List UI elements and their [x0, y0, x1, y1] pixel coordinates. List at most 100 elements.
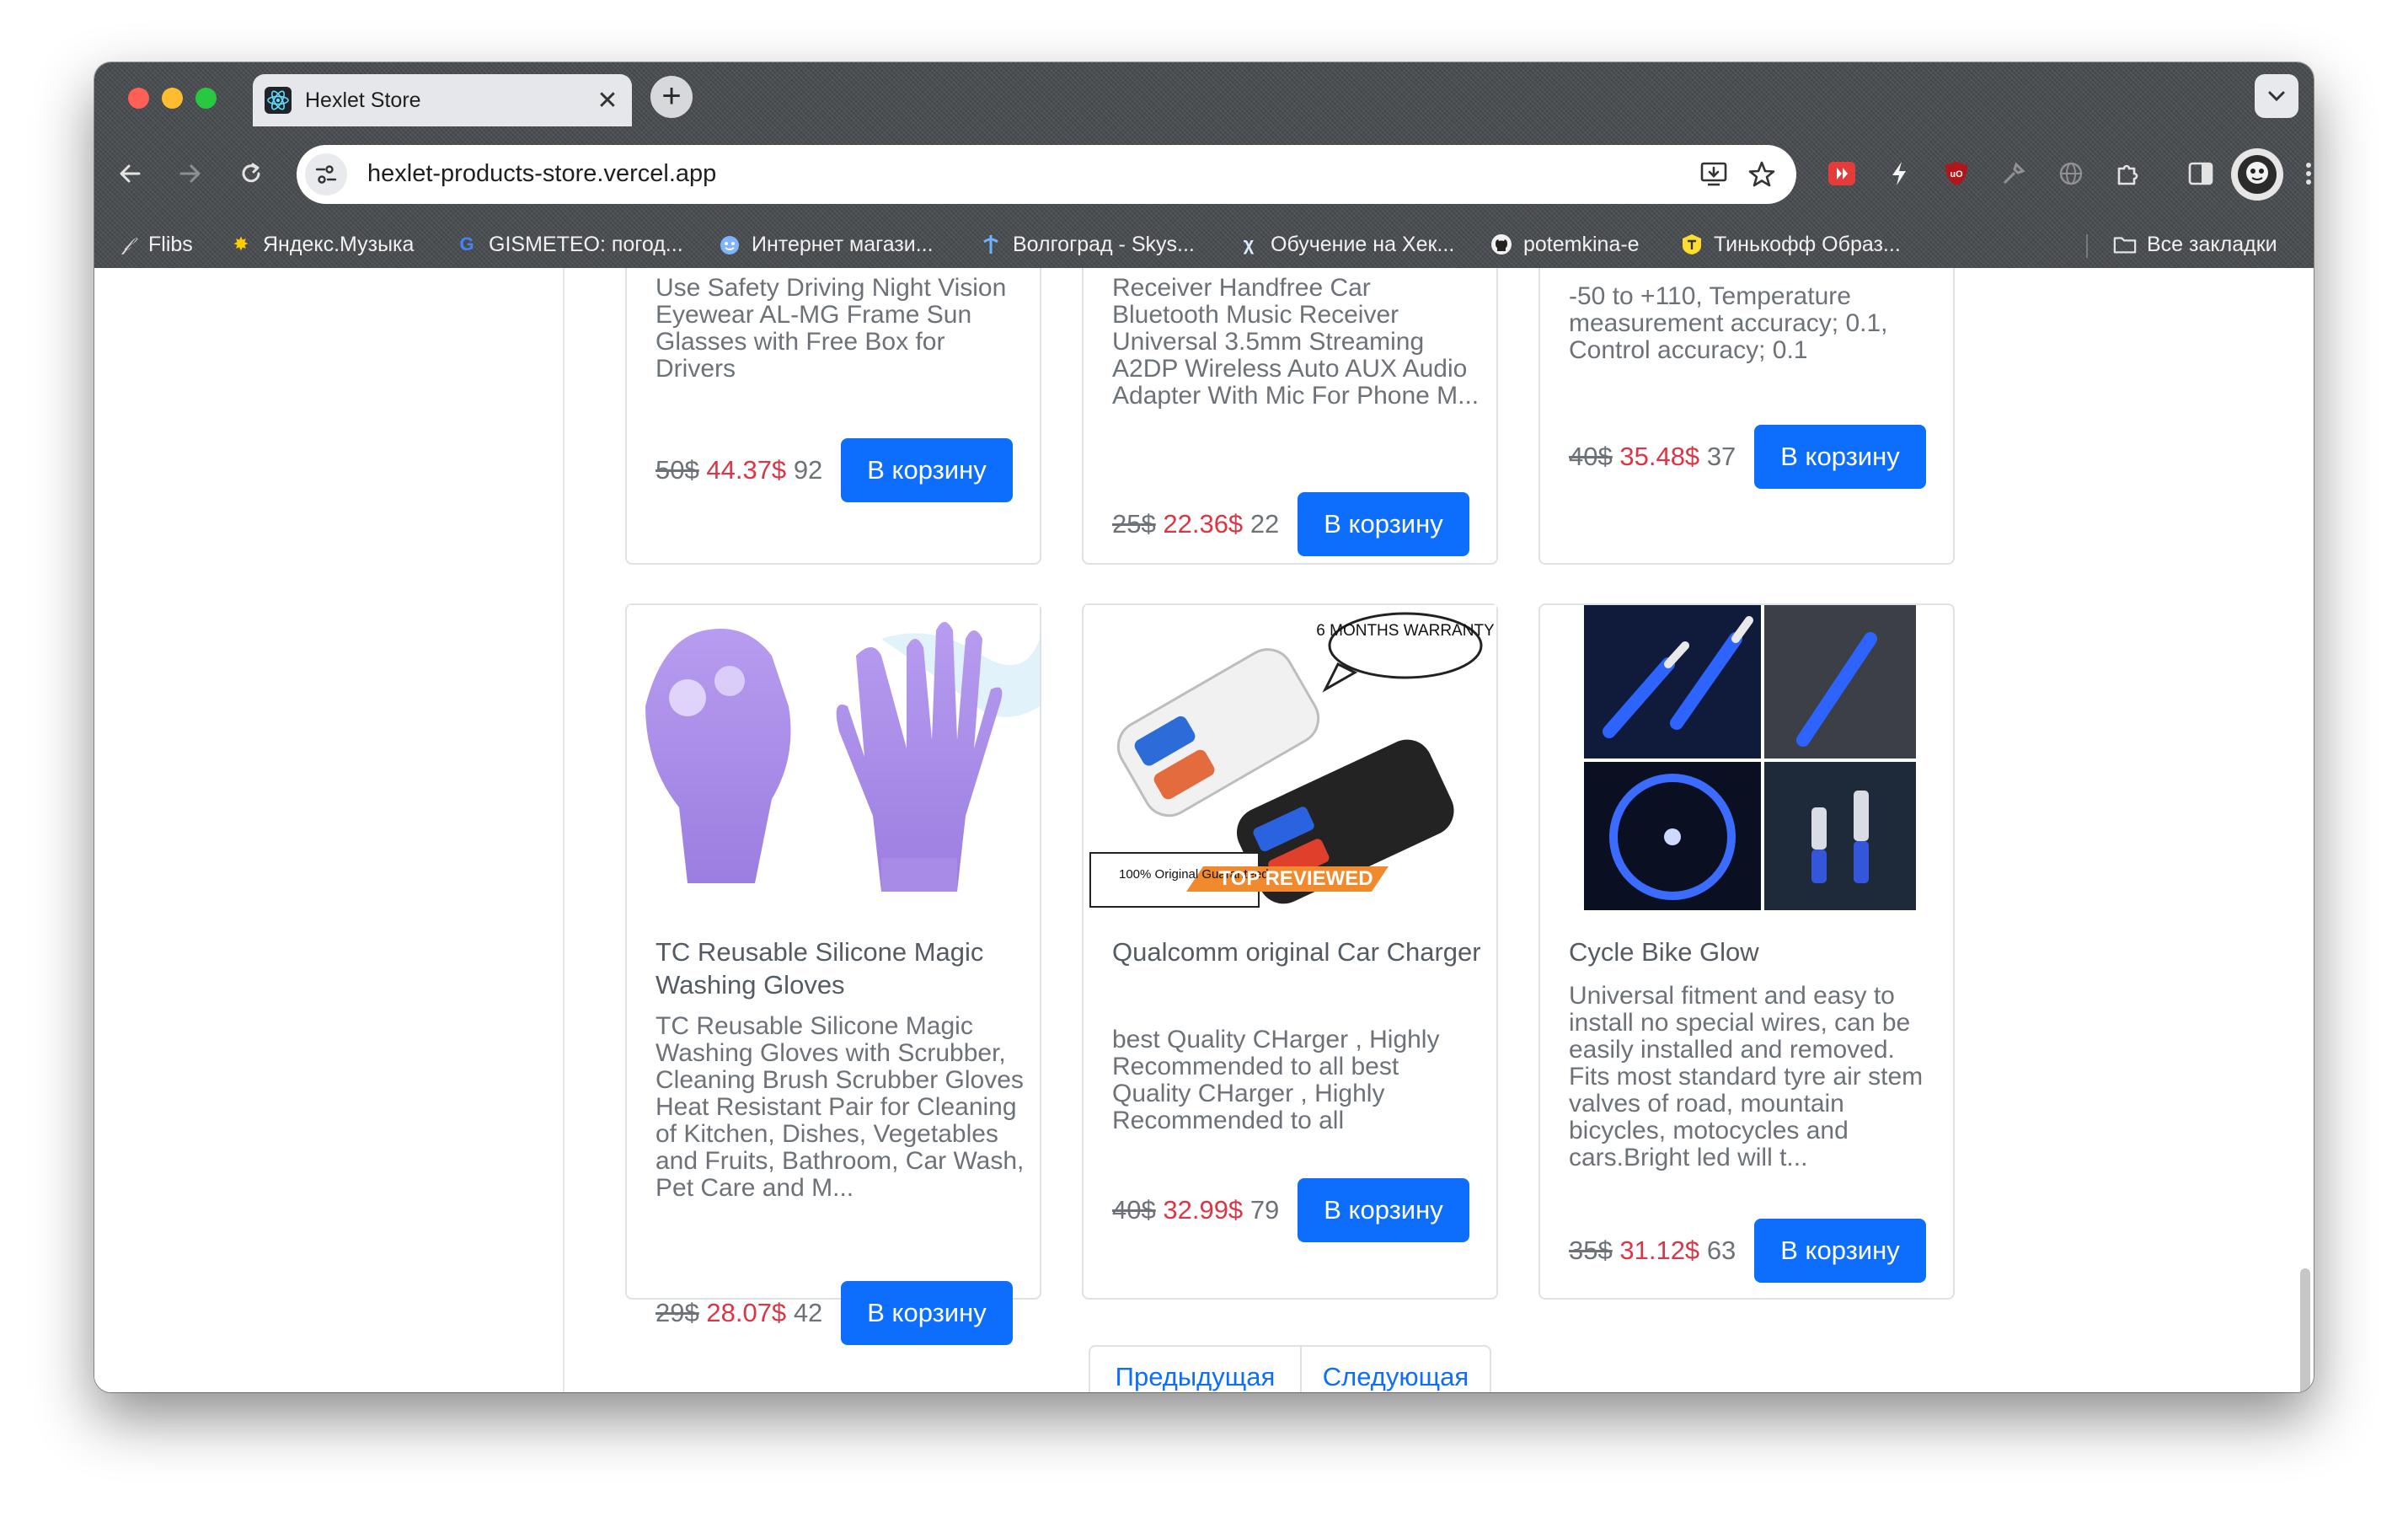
reload-icon [242, 163, 260, 183]
bookmark-item[interactable]: ✸ Яндекс.Музыка [229, 228, 415, 261]
product-card: 6 MONTHS WARRANTY 100% Original Guarante… [1082, 603, 1498, 1300]
add-to-cart-button[interactable]: В корзину [1298, 492, 1469, 556]
ext-tool-icon[interactable] [1997, 157, 2031, 190]
google-icon: G [459, 233, 474, 255]
product-price: 50$ 44.37$ 92 [656, 455, 822, 485]
close-window-button[interactable] [128, 88, 149, 109]
pagination: Предыдущая Следующая [1089, 1345, 1491, 1392]
product-price: 40$ 32.99$ 79 [1112, 1195, 1279, 1225]
old-price: 29$ [656, 1298, 699, 1327]
extensions-puzzle-icon[interactable] [2111, 157, 2145, 190]
ext-globe-icon[interactable] [2054, 157, 2088, 190]
product-description: Receiver Handfree Car Bluetooth Music Re… [1112, 274, 1480, 410]
yandex-music-icon: ✸ [233, 233, 249, 255]
add-to-cart-button[interactable]: В корзину [1754, 425, 1926, 489]
minimize-window-button[interactable] [162, 88, 183, 109]
product-card: Use Safety Driving Night Vision Eyewear … [625, 268, 1041, 565]
pagination-next-button[interactable]: Следующая [1302, 1347, 1490, 1392]
tab-search-button[interactable] [2255, 74, 2298, 118]
product-image-charger: 6 MONTHS WARRANTY 100% Original Guarante… [1085, 605, 1496, 910]
install-app-icon[interactable] [1699, 158, 1731, 190]
reload-button[interactable] [233, 155, 270, 192]
site-info-button[interactable] [305, 153, 347, 196]
product-price: 40$ 35.48$ 37 [1569, 442, 1736, 472]
product-title: TC Reusable Silicone Magic Washing Glove… [656, 937, 984, 1000]
old-price: 50$ [656, 455, 699, 485]
side-panel-icon[interactable] [2184, 157, 2218, 190]
add-to-cart-button[interactable]: В корзину [1754, 1219, 1926, 1283]
product-description: Use Safety Driving Night Vision Eyewear … [656, 274, 1007, 383]
bookmark-item[interactable]: χ Обучение на Хек... [1237, 228, 1455, 261]
ext-bolt-icon[interactable] [1882, 157, 1916, 190]
bookmark-item[interactable]: potemkina-e [1490, 228, 1640, 261]
product-card: TC Reusable Silicone Magic Washing Glove… [625, 603, 1041, 1345]
sale-price: 32.99$ [1163, 1195, 1244, 1225]
product-card: Receiver Handfree Car Bluetooth Music Re… [1082, 268, 1498, 565]
bookmark-star-icon[interactable] [1746, 158, 1778, 190]
product-description: TC Reusable Silicone Magic Washing Glove… [656, 1012, 1025, 1202]
chevron-down-icon [2268, 91, 2285, 102]
product-title: Cycle Bike Glow [1569, 937, 1759, 967]
stock-count: 79 [1249, 1195, 1280, 1225]
warranty-text: 6 MONTHS WARRANTY [1316, 622, 1495, 640]
old-price: 35$ [1569, 1236, 1613, 1265]
address-bar[interactable]: hexlet-products-store.vercel.app [297, 145, 1796, 204]
browser-menu-icon[interactable] [2292, 157, 2314, 190]
bookmark-item[interactable]: Волгоград - Skys... [979, 228, 1195, 261]
old-price: 40$ [1569, 442, 1613, 471]
stock-count: 92 [793, 455, 823, 485]
maximize-window-button[interactable] [195, 88, 217, 109]
bookmark-item[interactable]: 𝒻 Flibs [115, 228, 193, 261]
all-bookmarks-button[interactable]: Все закладки [2113, 228, 2277, 261]
react-icon [265, 87, 292, 114]
new-tab-button[interactable]: + [650, 76, 693, 118]
active-tab[interactable]: Hexlet Store ✕ [253, 74, 632, 126]
product-price: 35$ 31.12$ 63 [1569, 1236, 1736, 1266]
add-to-cart-button[interactable]: В корзину [841, 1281, 1013, 1345]
stock-count: 63 [1706, 1236, 1736, 1265]
forward-button[interactable] [172, 155, 209, 192]
product-price: 29$ 28.07$ 42 [656, 1298, 822, 1328]
stock-count: 22 [1249, 509, 1280, 539]
browser-chrome: Hexlet Store ✕ + hexlet-products-store.v… [94, 62, 2314, 268]
add-to-cart-button[interactable]: В корзину [1298, 1178, 1469, 1242]
profile-avatar[interactable] [2231, 148, 2283, 201]
bookmarks-bar: 𝒻 Flibs ✸ Яндекс.Музыка G GISMETEO: пого… [94, 222, 2314, 266]
ext-video-icon[interactable] [1825, 157, 1859, 190]
old-price: 40$ [1112, 1195, 1156, 1225]
browser-window: Hexlet Store ✕ + hexlet-products-store.v… [94, 62, 2314, 1392]
bookmark-item[interactable]: Тинькофф Образ... [1680, 228, 1901, 261]
bookmark-item[interactable]: Интернет магази... [718, 228, 934, 261]
shop-icon [718, 233, 741, 256]
skyscanner-icon [979, 233, 1003, 256]
stock-count: 37 [1706, 442, 1736, 471]
url-text: hexlet-products-store.vercel.app [367, 160, 717, 187]
page-content: Use Safety Driving Night Vision Eyewear … [94, 268, 2314, 1392]
svg-text:uO: uO [1950, 169, 1963, 180]
ublock-origin-icon[interactable]: uO [1940, 157, 1973, 190]
github-icon [1490, 233, 1513, 256]
add-to-cart-button[interactable]: В корзину [841, 438, 1013, 502]
stock-count: 42 [793, 1298, 823, 1327]
product-image-gloves [629, 605, 1040, 910]
bookmarks-divider [2086, 234, 2088, 258]
product-title: Qualcomm original Car Charger [1112, 937, 1481, 967]
close-tab-icon[interactable]: ✕ [595, 86, 620, 115]
bookmark-item[interactable]: G GISMETEO: погод... [455, 228, 682, 261]
hexlet-icon: χ [1243, 233, 1255, 255]
top-reviewed-badge: TOP REVIEWED [1218, 867, 1373, 890]
sale-price: 22.36$ [1163, 509, 1244, 539]
back-button[interactable] [111, 155, 148, 192]
product-card: Cycle Bike Glow Universal fitment and ea… [1538, 603, 1955, 1300]
sale-price: 28.07$ [706, 1298, 787, 1327]
flibs-icon: 𝒻 [122, 233, 131, 255]
product-card: -50 to +110, Temperature measurement acc… [1538, 268, 1955, 565]
arrow-right-icon [179, 164, 201, 183]
pagination-prev-button[interactable]: Предыдущая [1090, 1347, 1302, 1392]
product-description: -50 to +110, Temperature measurement acc… [1569, 282, 1888, 364]
sale-price: 31.12$ [1619, 1236, 1700, 1265]
sale-price: 44.37$ [706, 455, 787, 485]
product-description: best Quality CHarger , Highly Recommende… [1112, 1026, 1440, 1134]
page-scrollbar[interactable] [2300, 1268, 2310, 1392]
folder-icon [2113, 233, 2137, 256]
